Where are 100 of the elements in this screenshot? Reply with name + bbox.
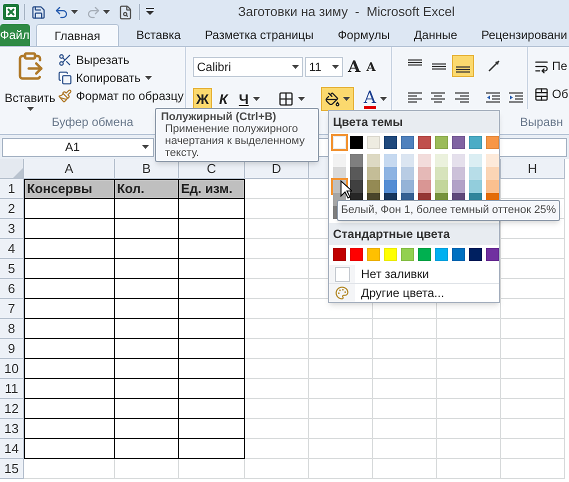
row-header[interactable]: 14 — [0, 439, 24, 459]
fill-color-button[interactable] — [320, 87, 354, 111]
color-swatch[interactable] — [435, 248, 448, 261]
color-swatch[interactable] — [401, 248, 414, 261]
row-header[interactable]: 8 — [0, 319, 24, 339]
color-swatch[interactable] — [469, 248, 482, 261]
more-colors-item[interactable]: Другие цвета... — [329, 284, 499, 302]
row-header[interactable]: 15 — [0, 459, 24, 479]
color-swatch[interactable] — [401, 154, 414, 167]
font-size-field[interactable]: 11 — [305, 57, 343, 77]
clipboard-button[interactable]: Вырезать — [58, 51, 184, 68]
row-header[interactable]: 2 — [0, 199, 24, 219]
color-swatch[interactable] — [350, 136, 363, 149]
ribbon-tab[interactable]: Вставка — [125, 24, 192, 46]
row-header[interactable]: 10 — [0, 359, 24, 379]
color-swatch[interactable] — [452, 180, 465, 193]
color-swatch[interactable] — [401, 167, 414, 180]
ribbon-tab[interactable]: Данные — [402, 24, 468, 46]
customize-toolbar-button[interactable] — [144, 8, 156, 16]
table-cell — [179, 439, 245, 459]
color-swatch[interactable] — [350, 167, 363, 180]
row-header[interactable]: 13 — [0, 419, 24, 439]
color-swatch[interactable] — [350, 154, 363, 167]
underline-button[interactable]: Ч — [234, 88, 264, 110]
paint-bucket-icon — [324, 92, 340, 106]
color-swatch[interactable] — [367, 180, 380, 193]
clipboard-button[interactable]: Копировать — [58, 69, 184, 86]
select-all-corner[interactable] — [0, 159, 24, 179]
ribbon-tab[interactable]: Главная — [36, 24, 120, 46]
ribbon-tab[interactable]: Рецензировани — [470, 24, 569, 46]
name-box[interactable]: A1 — [2, 138, 154, 156]
table-cell — [245, 359, 309, 379]
ribbon-tab[interactable]: Разметка страницы — [194, 24, 325, 46]
color-swatch[interactable] — [418, 167, 431, 180]
file-tab[interactable]: Файл — [0, 24, 30, 46]
table-cell — [437, 379, 501, 399]
wrap-text-button[interactable]: Пе — [534, 57, 568, 75]
color-swatch[interactable] — [435, 154, 448, 167]
shrink-font-button[interactable]: A — [366, 58, 376, 76]
color-swatch[interactable] — [486, 136, 499, 149]
color-swatch[interactable] — [367, 248, 380, 261]
color-swatch[interactable] — [469, 154, 482, 167]
row-header[interactable]: 1 — [0, 179, 24, 199]
row-header[interactable]: 7 — [0, 299, 24, 319]
color-swatch[interactable] — [333, 248, 346, 261]
color-swatch[interactable] — [384, 167, 397, 180]
paste-button[interactable]: Вставить — [4, 51, 56, 113]
color-swatch[interactable] — [418, 154, 431, 167]
column-header[interactable]: H — [501, 159, 565, 179]
color-swatch[interactable] — [452, 154, 465, 167]
color-swatch[interactable] — [435, 167, 448, 180]
color-swatch[interactable] — [486, 167, 499, 180]
color-swatch[interactable] — [486, 154, 499, 167]
caret-icon — [71, 10, 78, 14]
color-swatch[interactable] — [350, 180, 363, 193]
merge-button[interactable]: Об — [534, 85, 568, 103]
color-swatch[interactable] — [418, 248, 431, 261]
row-header[interactable]: 6 — [0, 279, 24, 299]
color-swatch[interactable] — [418, 180, 431, 193]
color-swatch[interactable] — [469, 180, 482, 193]
table-cell — [309, 419, 373, 439]
color-swatch[interactable] — [384, 154, 397, 167]
color-swatch[interactable] — [452, 167, 465, 180]
row-header[interactable]: 12 — [0, 399, 24, 419]
row-header[interactable]: 11 — [0, 379, 24, 399]
color-swatch[interactable] — [384, 136, 397, 149]
column-header[interactable]: B — [115, 159, 179, 179]
color-swatch[interactable] — [418, 136, 431, 149]
color-swatch[interactable] — [469, 136, 482, 149]
color-swatch[interactable] — [350, 248, 363, 261]
bold-button[interactable]: Ж — [193, 88, 212, 110]
color-swatch[interactable] — [486, 180, 499, 193]
color-swatch[interactable] — [401, 136, 414, 149]
color-swatch[interactable] — [384, 248, 397, 261]
color-swatch[interactable] — [367, 167, 380, 180]
row-header[interactable]: 4 — [0, 239, 24, 259]
color-swatch[interactable] — [486, 248, 499, 261]
clipboard-button[interactable]: Формат по образцу — [58, 87, 184, 104]
color-swatch[interactable] — [367, 136, 380, 149]
alignment-button[interactable] — [452, 55, 474, 77]
grow-font-button[interactable]: A — [348, 55, 360, 79]
column-header[interactable]: A — [24, 159, 115, 179]
color-swatch[interactable] — [333, 154, 346, 167]
row-header[interactable]: 5 — [0, 259, 24, 279]
color-swatch[interactable] — [435, 180, 448, 193]
color-swatch[interactable] — [333, 136, 346, 149]
ribbon-tab[interactable]: Формулы — [326, 24, 401, 46]
no-fill-item[interactable]: Нет заливки — [329, 265, 499, 284]
color-swatch[interactable] — [367, 154, 380, 167]
color-swatch[interactable] — [452, 248, 465, 261]
row-header[interactable]: 3 — [0, 219, 24, 239]
color-swatch[interactable] — [452, 136, 465, 149]
color-swatch[interactable] — [384, 180, 397, 193]
color-swatch[interactable] — [435, 136, 448, 149]
caret-icon — [380, 97, 387, 101]
color-swatch[interactable] — [401, 180, 414, 193]
italic-button[interactable]: К — [214, 88, 233, 110]
font-name-field[interactable]: Calibri — [193, 57, 303, 77]
row-header[interactable]: 9 — [0, 339, 24, 359]
color-swatch[interactable] — [469, 167, 482, 180]
